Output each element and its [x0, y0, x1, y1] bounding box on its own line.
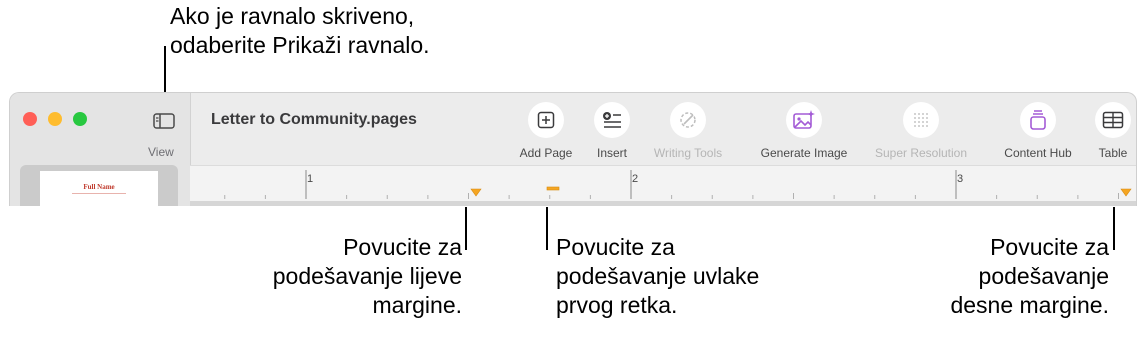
content-hub-button[interactable]: Content Hub [995, 102, 1081, 160]
ruler-scale: 1 2 3 [224, 170, 1132, 199]
page-thumbnail-rule [72, 193, 126, 194]
generate-image-label: Generate Image [760, 146, 848, 160]
right-margin-marker[interactable] [1120, 188, 1132, 197]
left-margin-marker[interactable] [470, 188, 482, 197]
writing-tools-button[interactable]: Writing Tools [647, 102, 729, 160]
pages-window: View Full Name Letter to Community.pages… [9, 92, 1137, 206]
super-resolution-icon [914, 113, 928, 127]
first-line-indent-marker[interactable] [546, 186, 560, 191]
super-resolution-button[interactable]: Super Resolution [865, 102, 977, 160]
view-callout-line [164, 46, 166, 98]
generate-image-button[interactable]: Generate Image [752, 102, 856, 160]
add-page-icon [537, 111, 555, 129]
zoom-button[interactable] [73, 112, 87, 126]
writing-tools-label: Writing Tools [653, 146, 723, 160]
ruler-label-1: 1 [307, 173, 313, 185]
add-page-label: Add Page [519, 146, 573, 160]
table-button[interactable]: Table [1090, 102, 1136, 160]
left-margin-callout: Povucite za podešavanje lijeve margine. [272, 234, 462, 318]
insert-icon [603, 112, 621, 128]
view-label: View [148, 145, 174, 159]
close-button[interactable] [23, 112, 37, 126]
ruler-label-2: 2 [632, 173, 638, 185]
right-margin-callout: Povucite za podešavanje desne margine. [950, 234, 1109, 318]
ruler[interactable]: 1 2 3 [190, 165, 1136, 206]
sidebar-toggle-icon [153, 113, 175, 129]
first-line-callout-line [546, 207, 548, 250]
ruler-label-3: 3 [957, 173, 963, 185]
ruler-page-edge [190, 201, 1136, 206]
minimize-button[interactable] [48, 112, 62, 126]
insert-button[interactable]: Insert [585, 102, 639, 160]
sidebar: View Full Name [10, 93, 191, 206]
right-margin-callout-line [1113, 207, 1115, 250]
content-hub-label: Content Hub [1004, 146, 1072, 160]
view-callout: Ako je ravnalo skriveno, odaberite Prika… [170, 3, 430, 58]
left-margin-callout-line [465, 207, 467, 250]
view-button[interactable] [149, 108, 179, 134]
table-icon [1102, 111, 1124, 129]
first-line-callout: Povucite za podešavanje uvlake prvog ret… [556, 234, 760, 318]
writing-tools-icon [680, 112, 696, 128]
document-title: Letter to Community.pages [211, 111, 417, 128]
table-label: Table [1098, 146, 1128, 160]
super-resolution-label: Super Resolution [874, 146, 968, 160]
generate-image-icon [793, 110, 815, 129]
page-thumbnail-text: Full Name [83, 183, 115, 191]
content-hub-icon [1030, 110, 1046, 130]
add-page-button[interactable]: Add Page [513, 102, 579, 160]
insert-label: Insert [596, 146, 627, 160]
